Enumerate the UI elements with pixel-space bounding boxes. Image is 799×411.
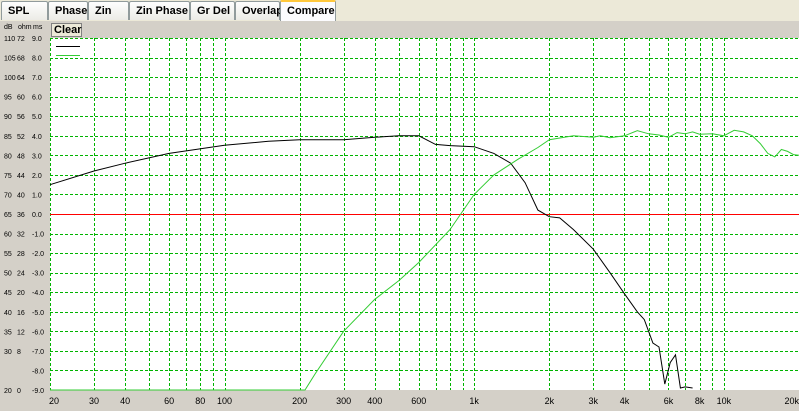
db-tick-label: 40 bbox=[4, 310, 12, 317]
db-tick-label: 45 bbox=[4, 290, 12, 297]
ohm-tick-label: 36 bbox=[17, 212, 25, 219]
ms-tick-label: 3.0 bbox=[32, 153, 42, 160]
ohm-tick-label: 52 bbox=[17, 134, 25, 141]
x-tick-label: 20k bbox=[784, 396, 799, 406]
tab-label: SPL bbox=[8, 5, 30, 17]
ms-tick-label: -4.0 bbox=[32, 290, 44, 297]
y-axis-labels: dB ohm ms110105100959085807570656055504540… bbox=[4, 24, 44, 395]
tab-spl[interactable]: SPL bbox=[1, 1, 48, 20]
x-tick-label: 20 bbox=[49, 396, 59, 406]
axis-header-label: ms bbox=[33, 24, 43, 31]
ms-tick-label: 4.0 bbox=[32, 134, 42, 141]
db-tick-label: 65 bbox=[4, 212, 12, 219]
db-tick-label: 60 bbox=[4, 232, 12, 239]
ohm-tick-label: 0 bbox=[17, 388, 21, 395]
ms-tick-label: 0.0 bbox=[32, 212, 42, 219]
db-tick-label: 95 bbox=[4, 95, 12, 102]
x-axis-labels: 20 30 40 60 80 100 200 300 400 600 1k 2k 3k 4k 6k 8k 10k… bbox=[49, 396, 799, 406]
ohm-tick-label: 44 bbox=[17, 173, 25, 180]
db-tick-label: 90 bbox=[4, 114, 12, 121]
tab-phase[interactable]: Phase bbox=[48, 1, 88, 20]
ohm-tick-label: 16 bbox=[17, 310, 25, 317]
db-tick-label: 75 bbox=[4, 173, 12, 180]
tab-bar: SPL Phase Zin Zin Phase Gr Del Overlap C… bbox=[0, 0, 799, 22]
db-tick-label: 55 bbox=[4, 251, 12, 258]
x-tick-label: 3k bbox=[589, 396, 599, 406]
ms-tick-label: -2.0 bbox=[32, 251, 44, 258]
x-tick-label: 10k bbox=[717, 396, 732, 406]
x-tick-label: 2k bbox=[545, 396, 555, 406]
ohm-tick-label: 56 bbox=[17, 114, 25, 121]
tab-zin-phase[interactable]: Zin Phase bbox=[129, 1, 190, 20]
axis-header-label: dB bbox=[4, 24, 13, 31]
graph-panel: Clear dB ohm ms 110 105 100 95 90 85 80 75 70 65 60 55… bbox=[0, 21, 799, 411]
ohm-tick-label: 68 bbox=[17, 56, 25, 63]
x-tick-label: 600 bbox=[411, 396, 426, 406]
x-tick-label: 40 bbox=[120, 396, 130, 406]
tab-overlap[interactable]: Overlap bbox=[235, 1, 283, 20]
ohm-tick-label: 40 bbox=[17, 192, 25, 199]
x-tick-label: 300 bbox=[336, 396, 351, 406]
tab-label: Zin Phase bbox=[136, 5, 188, 17]
x-tick-label: 100 bbox=[217, 396, 232, 406]
ms-tick-label: 1.0 bbox=[32, 192, 42, 199]
db-tick-label: 20 bbox=[4, 388, 12, 395]
ms-tick-label: -1.0 bbox=[32, 232, 44, 239]
ohm-tick-label: 20 bbox=[17, 290, 25, 297]
ms-tick-label: 2.0 bbox=[32, 173, 42, 180]
db-tick-label: 70 bbox=[4, 192, 12, 199]
x-tick-label: 80 bbox=[195, 396, 205, 406]
tab-compare[interactable]: Compare bbox=[280, 0, 336, 21]
ms-tick-label: 5.0 bbox=[32, 114, 42, 121]
tab-label: Zin bbox=[95, 5, 112, 17]
db-tick-label: 35 bbox=[4, 329, 12, 336]
db-tick-label: 50 bbox=[4, 271, 12, 278]
x-tick-label: 30 bbox=[89, 396, 99, 406]
ms-tick-label: 9.0 bbox=[32, 36, 42, 43]
tab-label: Overlap bbox=[242, 5, 283, 17]
x-tick-label: 200 bbox=[292, 396, 307, 406]
db-tick-label: 85 bbox=[4, 134, 12, 141]
ohm-tick-label: 8 bbox=[17, 349, 21, 356]
clear-button[interactable]: Clear bbox=[51, 23, 82, 37]
x-tick-label: 6k bbox=[664, 396, 674, 406]
compare-chart: dB ohm ms110105100959085807570656055504540… bbox=[4, 24, 799, 406]
x-tick-label: 60 bbox=[164, 396, 174, 406]
ohm-tick-label: 60 bbox=[17, 95, 25, 102]
ms-tick-label: -9.0 bbox=[32, 388, 44, 395]
ohm-tick-label: 64 bbox=[17, 75, 25, 82]
db-tick-label: 80 bbox=[4, 153, 12, 160]
ohm-tick-label: 28 bbox=[17, 251, 25, 258]
ohm-tick-label: 48 bbox=[17, 153, 25, 160]
tab-gr-del[interactable]: Gr Del bbox=[190, 1, 235, 20]
db-tick-label: 110 bbox=[4, 36, 15, 43]
ohm-tick-label: 24 bbox=[17, 271, 25, 278]
x-tick-label: 8k bbox=[695, 396, 705, 406]
x-tick-label: 400 bbox=[367, 396, 382, 406]
db-tick-label: 30 bbox=[4, 349, 12, 356]
ms-tick-label: -8.0 bbox=[32, 368, 44, 375]
tab-label: Phase bbox=[55, 5, 88, 17]
ms-tick-label: -6.0 bbox=[32, 329, 44, 336]
ms-tick-label: -7.0 bbox=[32, 349, 44, 356]
ms-tick-label: -5.0 bbox=[32, 310, 44, 317]
db-tick-label: 105 bbox=[4, 56, 16, 63]
ms-tick-label: -3.0 bbox=[32, 271, 44, 278]
tab-label: Compare bbox=[287, 5, 335, 17]
x-tick-label: 1k bbox=[469, 396, 479, 406]
x-tick-label: 4k bbox=[620, 396, 630, 406]
ohm-tick-label: 32 bbox=[17, 232, 25, 239]
db-tick-label: 100 bbox=[4, 75, 16, 82]
ohm-tick-label: 12 bbox=[17, 329, 25, 336]
tab-label: Gr Del bbox=[197, 5, 231, 17]
ohm-tick-label: 72 bbox=[17, 36, 25, 43]
tab-zin[interactable]: Zin bbox=[88, 1, 129, 20]
axis-header-label: ohm bbox=[18, 24, 32, 31]
ms-tick-label: 7.0 bbox=[32, 75, 42, 82]
ms-tick-label: 8.0 bbox=[32, 56, 42, 63]
ms-tick-label: 6.0 bbox=[32, 95, 42, 102]
